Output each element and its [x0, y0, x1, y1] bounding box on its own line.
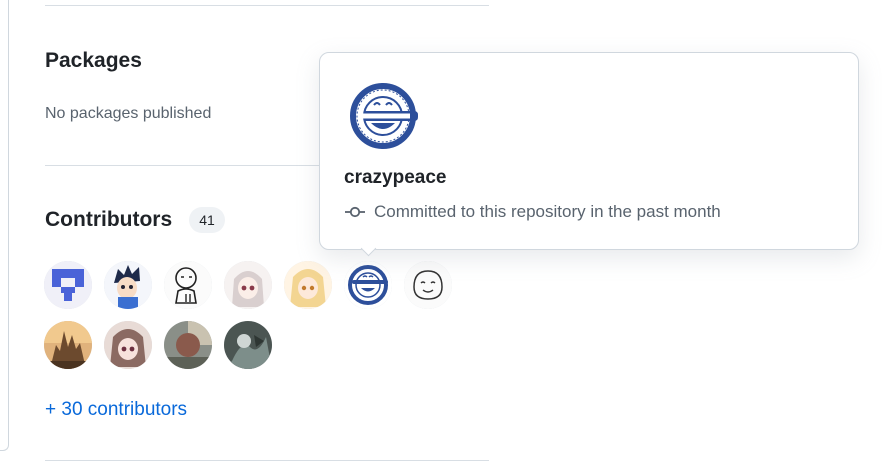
doodle-face-avatar[interactable]	[404, 261, 452, 309]
brown-hair-anime-avatar[interactable]	[104, 321, 152, 369]
hovercard-status-text: Committed to this repository in the past…	[374, 202, 721, 221]
user-hovercard: crazypeace Committed to this repository …	[319, 52, 859, 250]
sketch-character-avatar[interactable]	[164, 261, 212, 309]
section-divider	[45, 5, 489, 6]
castle-landscape-avatar[interactable]	[44, 321, 92, 369]
hovercard-username[interactable]: crazypeace	[344, 167, 446, 189]
content-panel-border	[0, 0, 9, 451]
more-contributors-link[interactable]: + 30 contributors	[45, 399, 187, 421]
laughing-man-avatar[interactable]	[348, 81, 418, 151]
contributors-count-badge: 41	[189, 207, 225, 233]
contributors-heading[interactable]: Contributors	[45, 208, 172, 232]
section-divider	[45, 460, 489, 461]
blonde-anime-avatar[interactable]	[284, 261, 332, 309]
packages-heading[interactable]: Packages	[45, 49, 142, 73]
anime-boy-avatar[interactable]	[104, 261, 152, 309]
silhouette-avatar[interactable]	[164, 321, 212, 369]
identicon-avatar[interactable]	[44, 261, 92, 309]
packages-empty-text: No packages published	[45, 105, 212, 122]
laughing-man-avatar[interactable]	[344, 261, 392, 309]
hovercard-commit-status: Committed to this repository in the past…	[344, 202, 721, 222]
git-commit-icon	[345, 206, 365, 218]
dark-artwork-avatar[interactable]	[224, 321, 272, 369]
anime-girl-avatar[interactable]	[224, 261, 272, 309]
